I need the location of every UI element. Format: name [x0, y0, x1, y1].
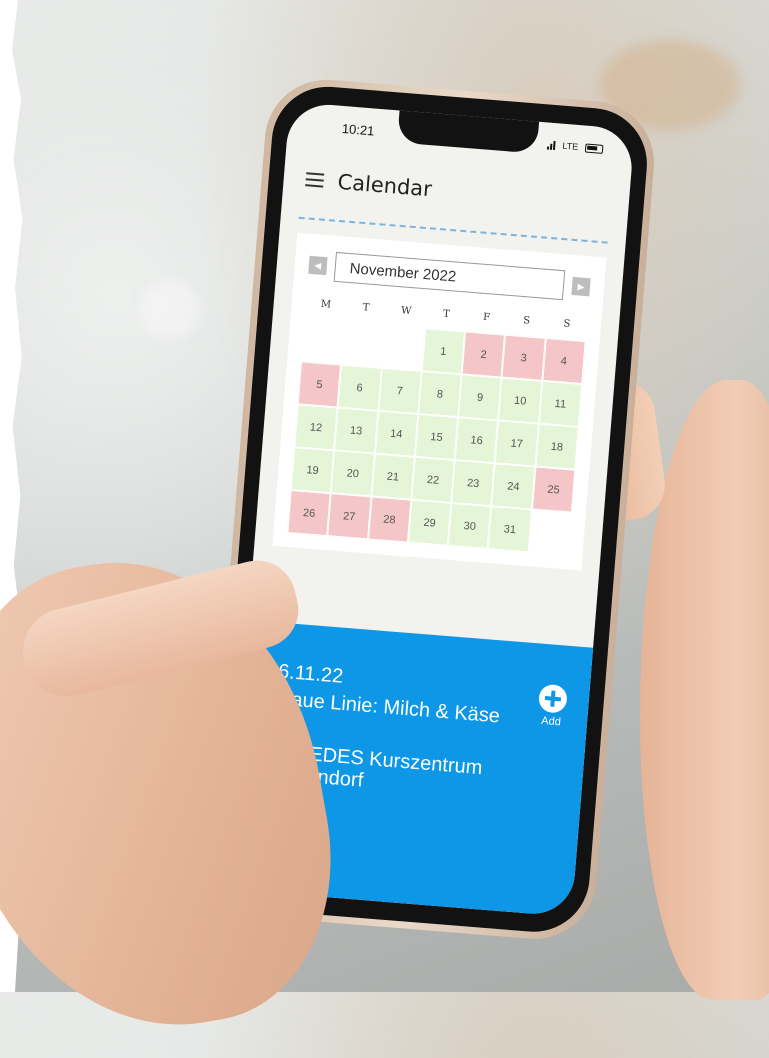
calendar-day-26[interactable]: 26	[287, 490, 331, 537]
weekday-label: F	[482, 311, 491, 324]
calendar-day-19[interactable]: 19	[290, 447, 335, 494]
add-label: Add	[540, 714, 562, 729]
plus-circle-icon	[537, 683, 568, 714]
calendar-day-14[interactable]: 14	[374, 410, 419, 457]
add-button[interactable]: Add	[537, 683, 568, 729]
calendar-day-5[interactable]: 5	[297, 361, 342, 408]
calendar-day-4[interactable]: 4	[542, 337, 586, 385]
month-label[interactable]: November 2022	[333, 251, 566, 301]
prev-month-button[interactable]: ◀	[308, 255, 328, 276]
network-label: LTE	[562, 140, 579, 152]
weekday-label: S	[522, 315, 531, 327]
calendar-day-6[interactable]: 6	[337, 364, 382, 411]
calendar-day-13[interactable]: 13	[334, 407, 378, 454]
calendar-day-25[interactable]: 25	[531, 466, 576, 513]
calendar-empty-cell	[381, 325, 426, 372]
calendar-day-10[interactable]: 10	[498, 377, 543, 424]
status-time: 10:21	[341, 120, 376, 139]
calendar-day-22[interactable]: 22	[411, 456, 455, 503]
weekday-label: W	[400, 305, 412, 318]
signal-icon	[547, 139, 556, 151]
calendar-empty-cell	[341, 321, 385, 368]
calendar-day-1[interactable]: 1	[421, 328, 466, 375]
calendar-day-21[interactable]: 21	[371, 453, 415, 500]
calendar-widget: ◀ November 2022 ▶ MTWTFSS 1 2 3 4 5 6 7 8 9 10 11 1…	[272, 232, 607, 571]
calendar-grid: 1 2 3 4 5 6 7 8 9 10 11 12 13 14 15 16 17 18 19 20 21 22 23 24 2…	[287, 318, 586, 556]
calendar-day-20[interactable]: 20	[330, 450, 375, 497]
weekday-label: T	[442, 308, 451, 321]
calendar-empty-cell	[528, 509, 572, 556]
calendar-day-28[interactable]: 28	[367, 496, 412, 543]
calendar-day-29[interactable]: 29	[407, 499, 452, 546]
calendar-day-15[interactable]: 15	[414, 413, 459, 461]
background-bokeh	[140, 280, 200, 340]
calendar-day-17[interactable]: 17	[495, 420, 539, 467]
calendar-day-18[interactable]: 18	[535, 423, 579, 470]
weekday-label: M	[320, 298, 332, 311]
menu-icon[interactable]	[305, 172, 325, 188]
calendar-day-2[interactable]: 2	[461, 331, 506, 378]
calendar-day-27[interactable]: 27	[327, 493, 372, 540]
calendar-day-9[interactable]: 9	[458, 374, 502, 421]
calendar-day-11[interactable]: 11	[538, 380, 583, 427]
calendar-day-23[interactable]: 23	[451, 460, 496, 507]
calendar-day-24[interactable]: 24	[491, 463, 536, 510]
triangle-right-icon: ▶	[577, 280, 585, 292]
triangle-left-icon: ◀	[314, 259, 322, 271]
weekday-label: S	[562, 318, 571, 330]
weekday-label: T	[362, 302, 370, 314]
status-icons: LTE	[547, 139, 604, 154]
next-month-button[interactable]: ▶	[571, 276, 591, 297]
calendar-day-12[interactable]: 12	[294, 404, 338, 451]
calendar-day-8[interactable]: 8	[418, 371, 462, 418]
page-title: Calendar	[336, 169, 433, 202]
calendar-day-16[interactable]: 16	[454, 417, 499, 464]
calendar-empty-cell	[301, 318, 345, 365]
battery-icon	[584, 143, 604, 154]
calendar-day-31[interactable]: 31	[488, 506, 532, 553]
calendar-day-30[interactable]: 30	[447, 502, 492, 550]
calendar-day-7[interactable]: 7	[377, 367, 422, 414]
calendar-day-3[interactable]: 3	[501, 334, 546, 381]
